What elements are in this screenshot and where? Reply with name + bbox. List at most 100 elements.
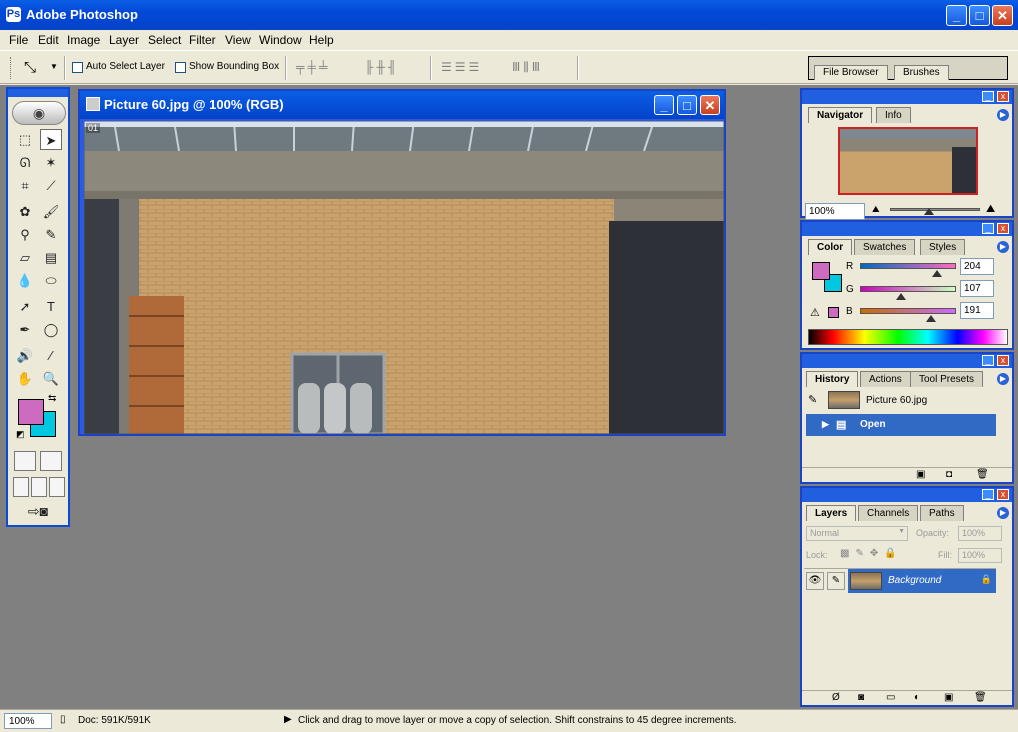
tab-history[interactable]: History <box>806 371 859 387</box>
tab-color[interactable]: Color <box>808 239 853 255</box>
new-layer-icon[interactable]: ▣ <box>944 692 953 703</box>
notes-tool-icon[interactable]: 🔊 <box>14 345 36 366</box>
layer-brush-icon[interactable]: ✎ <box>827 572 845 590</box>
palette-minimize-button[interactable]: _ <box>982 489 994 500</box>
move-tool-icon[interactable]: ➤ <box>40 129 62 150</box>
palette-title-bar[interactable]: _ x <box>802 488 1012 502</box>
tab-layers[interactable]: Layers <box>806 505 857 521</box>
zoom-out-icon[interactable]: ⛰ <box>872 204 880 215</box>
eyedropper-tool-icon[interactable]: ⁄ <box>40 345 62 366</box>
b-slider[interactable] <box>860 308 956 314</box>
doc-close-button[interactable]: ✕ <box>700 95 720 115</box>
color-fg-swatch[interactable] <box>812 262 830 280</box>
navigator-slider-thumb[interactable] <box>924 208 934 215</box>
tab-navigator[interactable]: Navigator <box>808 107 873 123</box>
g-value-field[interactable]: 107 <box>960 280 994 297</box>
palette-close-button[interactable]: x <box>997 223 1009 234</box>
healing-brush-tool-icon[interactable]: ✿ <box>14 201 36 222</box>
menu-view[interactable]: View <box>225 33 251 47</box>
default-colors-icon[interactable]: ◩ <box>16 429 25 440</box>
hand-tool-icon[interactable]: ✋ <box>14 368 36 389</box>
path-selection-tool-icon[interactable]: ➚ <box>14 296 36 317</box>
pen-tool-icon[interactable]: ✒ <box>14 319 36 340</box>
history-brush-source-icon[interactable]: ✎ <box>808 393 817 406</box>
shape-tool-icon[interactable]: ◯ <box>40 319 62 340</box>
palette-menu-icon[interactable]: ▶ <box>997 373 1009 385</box>
status-doc-icon[interactable]: ▯ <box>60 714 66 725</box>
image-canvas[interactable]: 01 <box>84 121 724 434</box>
tab-paths[interactable]: Paths <box>920 505 964 521</box>
menu-select[interactable]: Select <box>148 33 181 47</box>
menu-filter[interactable]: Filter <box>189 33 216 47</box>
menu-edit[interactable]: Edit <box>38 33 59 47</box>
opacity-field[interactable]: 100% <box>958 526 1002 541</box>
palette-minimize-button[interactable]: _ <box>982 355 994 366</box>
adobe-online-logo-icon[interactable]: ◉ <box>12 101 66 125</box>
r-slider-thumb[interactable] <box>932 270 942 277</box>
close-button[interactable]: ✕ <box>992 5 1013 26</box>
align-vertical-buttons[interactable]: ╤╪╧ <box>296 60 331 76</box>
dodge-tool-icon[interactable]: ⬭ <box>40 270 62 291</box>
g-slider[interactable] <box>860 286 956 292</box>
move-tool-preset-icon[interactable]: ⤡ <box>24 59 36 76</box>
eraser-tool-icon[interactable]: ▱ <box>14 247 36 268</box>
distribute-vertical-buttons[interactable]: ☰☰☰ <box>441 60 482 76</box>
palette-close-button[interactable]: x <box>997 489 1009 500</box>
trash-icon[interactable]: 🗑 <box>976 469 989 480</box>
history-step-row[interactable]: ▶ ▤ Open <box>806 414 996 436</box>
well-tab-file-browser[interactable]: File Browser <box>814 65 888 80</box>
gamut-warning-icon[interactable]: ⚠ <box>810 306 820 319</box>
palette-minimize-button[interactable]: _ <box>982 91 994 102</box>
palette-title-bar[interactable]: _ x <box>802 222 1012 236</box>
doc-maximize-button[interactable]: □ <box>677 95 697 115</box>
auto-select-layer-checkbox[interactable] <box>72 62 83 73</box>
r-slider[interactable] <box>860 263 956 269</box>
distribute-horizontal-buttons[interactable]: Ⅲ⫼Ⅲ <box>512 60 543 76</box>
new-layer-set-icon[interactable]: ▭ <box>886 692 895 703</box>
adjustment-layer-icon[interactable]: ◐ <box>914 692 920 703</box>
status-zoom-field[interactable]: 100% <box>4 713 52 729</box>
tab-tool-presets[interactable]: Tool Presets <box>910 371 984 387</box>
navigator-preview[interactable] <box>838 127 978 195</box>
swap-colors-icon[interactable]: ⇆ <box>48 393 56 404</box>
gamut-color-swatch[interactable] <box>828 307 839 318</box>
full-screen-menu-mode-button[interactable] <box>31 477 47 497</box>
marquee-tool-icon[interactable]: ⬚ <box>14 129 36 150</box>
gradient-tool-icon[interactable]: ▤ <box>40 247 62 268</box>
doc-minimize-button[interactable]: _ <box>654 95 674 115</box>
chevron-down-icon[interactable]: ▼ <box>50 62 58 71</box>
foreground-color-swatch[interactable] <box>18 399 44 425</box>
layer-visibility-eye-icon[interactable]: 👁 <box>806 572 824 590</box>
menu-image[interactable]: Image <box>67 33 100 47</box>
jump-to-imageready-icon[interactable]: ⇨◙ <box>18 501 58 522</box>
status-menu-arrow-icon[interactable]: ▶ <box>284 714 292 725</box>
crop-tool-icon[interactable]: ⌗ <box>14 175 36 196</box>
menu-file[interactable]: File <box>9 33 28 47</box>
document-title-bar[interactable]: Picture 60.jpg @ 100% (RGB) _ □ ✕ <box>80 91 724 119</box>
well-tab-brushes[interactable]: Brushes <box>894 65 949 80</box>
tab-swatches[interactable]: Swatches <box>854 239 916 255</box>
palette-menu-icon[interactable]: ▶ <box>997 109 1009 121</box>
zoom-tool-icon[interactable]: 🔍 <box>40 368 62 389</box>
palette-title-bar[interactable]: _ x <box>802 90 1012 104</box>
options-grip[interactable] <box>10 57 12 79</box>
standard-screen-mode-button[interactable] <box>13 477 29 497</box>
layer-mask-icon[interactable]: ◙ <box>858 692 864 703</box>
lasso-tool-icon[interactable]: ᘏ <box>14 152 36 173</box>
palette-close-button[interactable]: x <box>997 355 1009 366</box>
b-value-field[interactable]: 191 <box>960 302 994 319</box>
menu-help[interactable]: Help <box>309 33 334 47</box>
blur-tool-icon[interactable]: 💧 <box>14 270 36 291</box>
layer-style-icon[interactable]: Ø <box>832 692 840 703</box>
menu-layer[interactable]: Layer <box>109 33 139 47</box>
history-brush-tool-icon[interactable]: ✎ <box>40 224 62 245</box>
toolbox-title-bar[interactable] <box>8 89 68 97</box>
palette-menu-icon[interactable]: ▶ <box>997 507 1009 519</box>
menu-window[interactable]: Window <box>259 33 302 47</box>
palette-title-bar[interactable]: _ x <box>802 354 1012 368</box>
color-ramp[interactable] <box>808 329 1008 345</box>
tab-actions[interactable]: Actions <box>860 371 911 387</box>
new-document-from-state-icon[interactable]: ▣ <box>916 469 925 480</box>
layer-row-background[interactable]: 👁 ✎ Background 🔒 <box>804 568 996 593</box>
quick-mask-mode-button[interactable] <box>40 451 62 471</box>
